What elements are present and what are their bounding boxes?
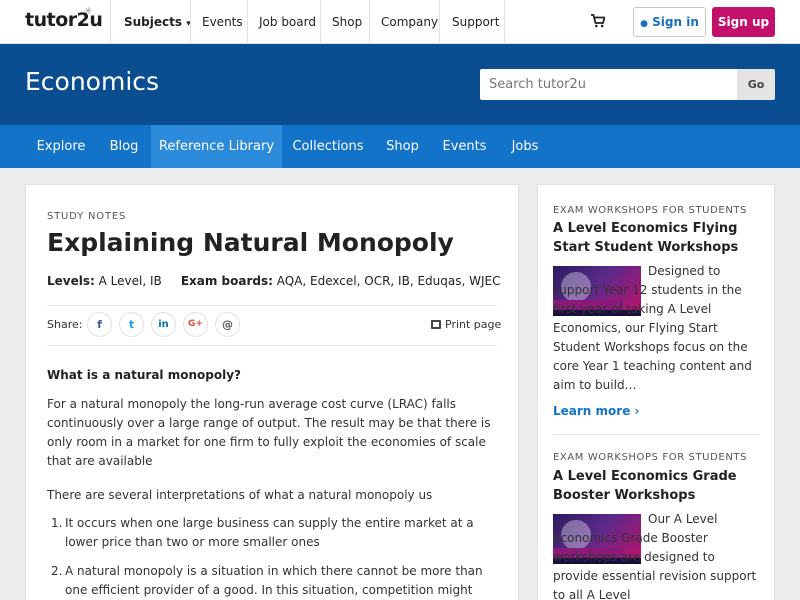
nav-divider (439, 0, 440, 44)
list-number: 1. (51, 516, 63, 530)
twitter-share-icon[interactable]: t (119, 312, 144, 337)
search-input[interactable] (480, 69, 737, 100)
print-page-label: Print page (445, 318, 502, 331)
print-page-link[interactable]: Print page (431, 318, 501, 331)
user-icon: ● (640, 19, 648, 29)
subnav-blog[interactable]: Blog (97, 125, 151, 168)
nav-shop[interactable]: Shop (332, 0, 362, 44)
google-plus-share-icon[interactable]: G+ (183, 312, 208, 337)
nav-divider (247, 0, 248, 44)
email-share-icon[interactable]: @ (215, 312, 240, 337)
divider (47, 345, 497, 346)
nav-subjects-label: Subjects (124, 15, 183, 29)
paragraph: For a natural monopoly the long-run aver… (47, 397, 491, 468)
workshop-kicker: EXAM WORKSHOPS FOR STUDENTS (553, 452, 748, 463)
nav-divider (110, 0, 111, 44)
search-go-button[interactable]: Go (737, 69, 775, 100)
nav-divider (320, 0, 321, 44)
article-kicker: STUDY NOTES (47, 211, 127, 222)
list-number: 2. (51, 564, 63, 578)
nav-company[interactable]: Company (381, 0, 438, 44)
workshop-kicker: EXAM WORKSHOPS FOR STUDENTS (553, 205, 748, 216)
subnav-shop[interactable]: Shop (374, 125, 431, 168)
nav-events[interactable]: Events (202, 0, 243, 44)
logo-spark-icon: ✳ (84, 6, 93, 17)
subnav-reference-library[interactable]: Reference Library (151, 125, 282, 168)
nav-support[interactable]: Support (452, 0, 499, 44)
list-text: A natural monopoly is a situation in whi… (65, 564, 483, 597)
levels-label: Levels: (47, 274, 95, 288)
paragraph: There are several interpretations of wha… (47, 488, 433, 502)
nav-job-board[interactable]: Job board (259, 0, 316, 44)
list-item: 2. A natural monopoly is a situation in w… (47, 562, 497, 600)
workshop-title[interactable]: A Level Economics Grade Booster Workshop… (553, 467, 763, 505)
exam-boards-value: AQA, Edexcel, OCR, IB, Eduqas, WJEC (276, 274, 501, 288)
workshop-description: Designed to support Year 12 students in … (553, 264, 752, 392)
printer-icon (431, 320, 441, 329)
article-title: Explaining Natural Monopoly (47, 228, 454, 257)
cart-icon[interactable] (591, 14, 605, 28)
levels-value: A Level, IB (98, 274, 162, 288)
subnav-events[interactable]: Events (431, 125, 498, 168)
subnav-explore[interactable]: Explore (25, 125, 97, 168)
divider (47, 305, 497, 306)
list-text: It occurs when one large business can su… (65, 516, 474, 549)
exam-boards-label: Exam boards: (180, 274, 273, 288)
nav-divider (504, 0, 505, 44)
list-item: 1. It occurs when one large business can … (47, 514, 497, 552)
sign-up-button[interactable]: Sign up (712, 7, 775, 37)
workshop-title[interactable]: A Level Economics Flying Start Student W… (553, 219, 763, 257)
divider (553, 434, 760, 435)
interpretations-list: 1. It occurs when one large business can … (47, 514, 497, 600)
nav-subjects[interactable]: Subjects ▾ (124, 0, 191, 44)
nav-divider (369, 0, 370, 44)
question-heading: What is a natural monopoly? (47, 368, 241, 382)
subnav-jobs[interactable]: Jobs (498, 125, 552, 168)
sign-in-button[interactable]: ● Sign in (633, 7, 706, 37)
facebook-share-icon[interactable]: f (87, 312, 112, 337)
section-title: Economics (25, 67, 160, 96)
learn-more-link[interactable]: Learn more › (553, 404, 639, 418)
linkedin-share-icon[interactable]: in (151, 312, 176, 337)
nav-divider (190, 0, 191, 44)
subnav-collections[interactable]: Collections (282, 125, 374, 168)
workshop-description: Our A Level Economics Grade Booster work… (553, 512, 757, 600)
sign-in-label: Sign in (652, 15, 699, 29)
article-meta: Levels: A Level, IB Exam boards: AQA, Ed… (47, 274, 500, 288)
share-label: Share: (47, 318, 83, 331)
